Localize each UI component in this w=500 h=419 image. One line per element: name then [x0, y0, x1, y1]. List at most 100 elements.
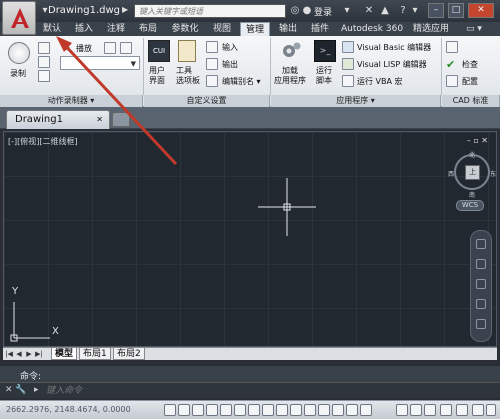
full-navigation-wheel-icon[interactable]	[476, 239, 486, 249]
export-label[interactable]: 输出	[222, 59, 238, 70]
object-snap-tracking-icon[interactable]	[262, 404, 274, 416]
quick-view-drawings-icon[interactable]	[424, 404, 436, 416]
wcs-menu[interactable]: WCS	[456, 200, 484, 211]
quick-view-layouts-icon[interactable]	[410, 404, 422, 416]
lineweight-icon[interactable]	[304, 404, 316, 416]
layout-tab-model[interactable]: 模型	[51, 348, 78, 360]
action-icon-1[interactable]	[38, 42, 50, 54]
zoom-icon[interactable]	[476, 279, 486, 289]
tab-parametric[interactable]: 参数化	[166, 22, 204, 36]
infer-constraints-icon[interactable]	[164, 404, 176, 416]
transparency-icon[interactable]	[318, 404, 330, 416]
tab-default[interactable]: 默认	[38, 22, 66, 36]
import-icon[interactable]	[206, 41, 218, 53]
search-input[interactable]	[135, 5, 285, 17]
prev-layout-icon[interactable]: ◀	[15, 349, 23, 359]
compass-south[interactable]: 南	[469, 190, 475, 199]
settings-icon-2[interactable]	[120, 42, 132, 54]
load-application-icon[interactable]	[280, 40, 302, 62]
grid-display-icon[interactable]	[192, 404, 204, 416]
object-snap-icon[interactable]	[234, 404, 246, 416]
layout-tab-layout1[interactable]: 布局1	[79, 348, 111, 360]
vb-editor-label[interactable]: Visual Basic 编辑器	[357, 42, 431, 53]
customize-panel-title[interactable]: 自定义设置	[144, 95, 270, 107]
dynamic-ucs-icon[interactable]	[276, 404, 288, 416]
user-interface-label[interactable]: 用户 界面	[149, 66, 165, 86]
login-dropdown-icon[interactable]: ▾	[340, 4, 354, 18]
cad-standards-panel-title[interactable]: CAD 标准	[442, 95, 500, 107]
first-layout-icon[interactable]: |◀	[5, 349, 13, 359]
run-vba-icon[interactable]	[342, 75, 354, 87]
coordinates-readout[interactable]: 2662.2976, 2148.4674, 0.0000	[6, 405, 131, 414]
config-icon[interactable]	[446, 75, 458, 87]
tab-annotate[interactable]: 注释	[102, 22, 130, 36]
tool-palettes-icon[interactable]	[178, 40, 196, 62]
search-box[interactable]	[134, 4, 286, 18]
annotation-scale-icon[interactable]	[440, 404, 452, 416]
run-script-label[interactable]: 运行 脚本	[316, 66, 332, 86]
new-tab-button[interactable]	[112, 112, 130, 127]
exchange-icon[interactable]: ✕	[362, 4, 376, 18]
help-dropdown-icon[interactable]: ▾	[408, 4, 422, 18]
action-icon-2[interactable]	[38, 56, 50, 68]
command-input[interactable]	[46, 384, 486, 397]
ortho-mode-icon[interactable]	[206, 404, 218, 416]
help-exchange-icon[interactable]: ▲	[378, 4, 392, 18]
tab-featured-apps[interactable]: 精选应用	[408, 22, 454, 36]
edit-aliases-label[interactable]: 编辑别名 ▾	[222, 76, 261, 87]
run-script-icon[interactable]: >_	[314, 40, 336, 62]
settings-icon-1[interactable]	[104, 42, 116, 54]
import-label[interactable]: 输入	[222, 42, 238, 53]
command-line-close-icon[interactable]: ✕ 🔧	[5, 385, 27, 395]
play-label[interactable]: 播放	[76, 43, 92, 54]
edit-aliases-icon[interactable]	[206, 75, 218, 87]
last-layout-icon[interactable]: ▶|	[35, 349, 43, 359]
viewport-window-buttons[interactable]: – ▫ ✕	[467, 136, 488, 145]
selection-cycling-icon[interactable]	[346, 404, 358, 416]
login-button[interactable]: 登录	[314, 5, 332, 18]
compass-west[interactable]: 西	[448, 169, 454, 178]
layout-tab-layout2[interactable]: 布局2	[113, 348, 145, 360]
compass-north[interactable]: 北	[469, 150, 475, 159]
lisp-editor-icon[interactable]	[342, 58, 354, 70]
pan-icon[interactable]	[476, 259, 486, 269]
check-label[interactable]: 检查	[462, 59, 478, 70]
tool-palettes-label[interactable]: 工具 选项板	[176, 66, 200, 86]
vb-editor-icon[interactable]	[342, 41, 354, 53]
workspace-switching-icon[interactable]	[456, 404, 468, 416]
title-expand-icon[interactable]: ▶	[122, 5, 128, 14]
config-label[interactable]: 配置	[462, 76, 478, 87]
application-menu-button[interactable]	[2, 1, 36, 35]
export-icon[interactable]	[206, 58, 218, 70]
tab-autodesk-360[interactable]: Autodesk 360	[338, 22, 406, 36]
orbit-icon[interactable]	[476, 299, 486, 309]
tab-manage[interactable]: 管理	[240, 22, 270, 36]
record-icon[interactable]	[8, 42, 30, 64]
close-button[interactable]: ✕	[468, 3, 494, 18]
check-icon[interactable]: ✔	[446, 58, 455, 71]
snap-mode-icon[interactable]	[178, 404, 190, 416]
annotation-monitor-icon[interactable]	[360, 404, 372, 416]
action-recorder-panel-title[interactable]: 动作录制器 ▾	[0, 95, 143, 107]
cui-icon[interactable]: CUI	[148, 40, 170, 62]
action-macro-dropdown[interactable]: ▼	[60, 56, 140, 70]
model-space-icon[interactable]	[396, 404, 408, 416]
lock-ui-icon[interactable]	[472, 404, 484, 416]
load-application-label[interactable]: 加载 应用程序	[274, 66, 306, 86]
play-icon[interactable]: ▶	[64, 43, 70, 52]
polar-tracking-icon[interactable]	[220, 404, 232, 416]
tab-layout[interactable]: 布局	[134, 22, 162, 36]
ribbon-toggle-icon[interactable]: ▭ ▾	[460, 22, 488, 36]
user-icon[interactable]: ●	[300, 4, 314, 18]
quick-properties-icon[interactable]	[332, 404, 344, 416]
file-tab-drawing1[interactable]: Drawing1 ✕	[6, 110, 110, 129]
record-label[interactable]: 录制	[10, 68, 26, 79]
close-tab-icon[interactable]: ✕	[96, 111, 103, 129]
dynamic-input-icon[interactable]	[290, 404, 302, 416]
run-vba-label[interactable]: 运行 VBA 宏	[357, 76, 403, 87]
action-icon-3[interactable]	[38, 70, 50, 82]
3d-object-snap-icon[interactable]	[248, 404, 260, 416]
standards-icon[interactable]	[446, 41, 458, 53]
tab-output[interactable]: 输出	[274, 22, 302, 36]
next-layout-icon[interactable]: ▶	[25, 349, 33, 359]
